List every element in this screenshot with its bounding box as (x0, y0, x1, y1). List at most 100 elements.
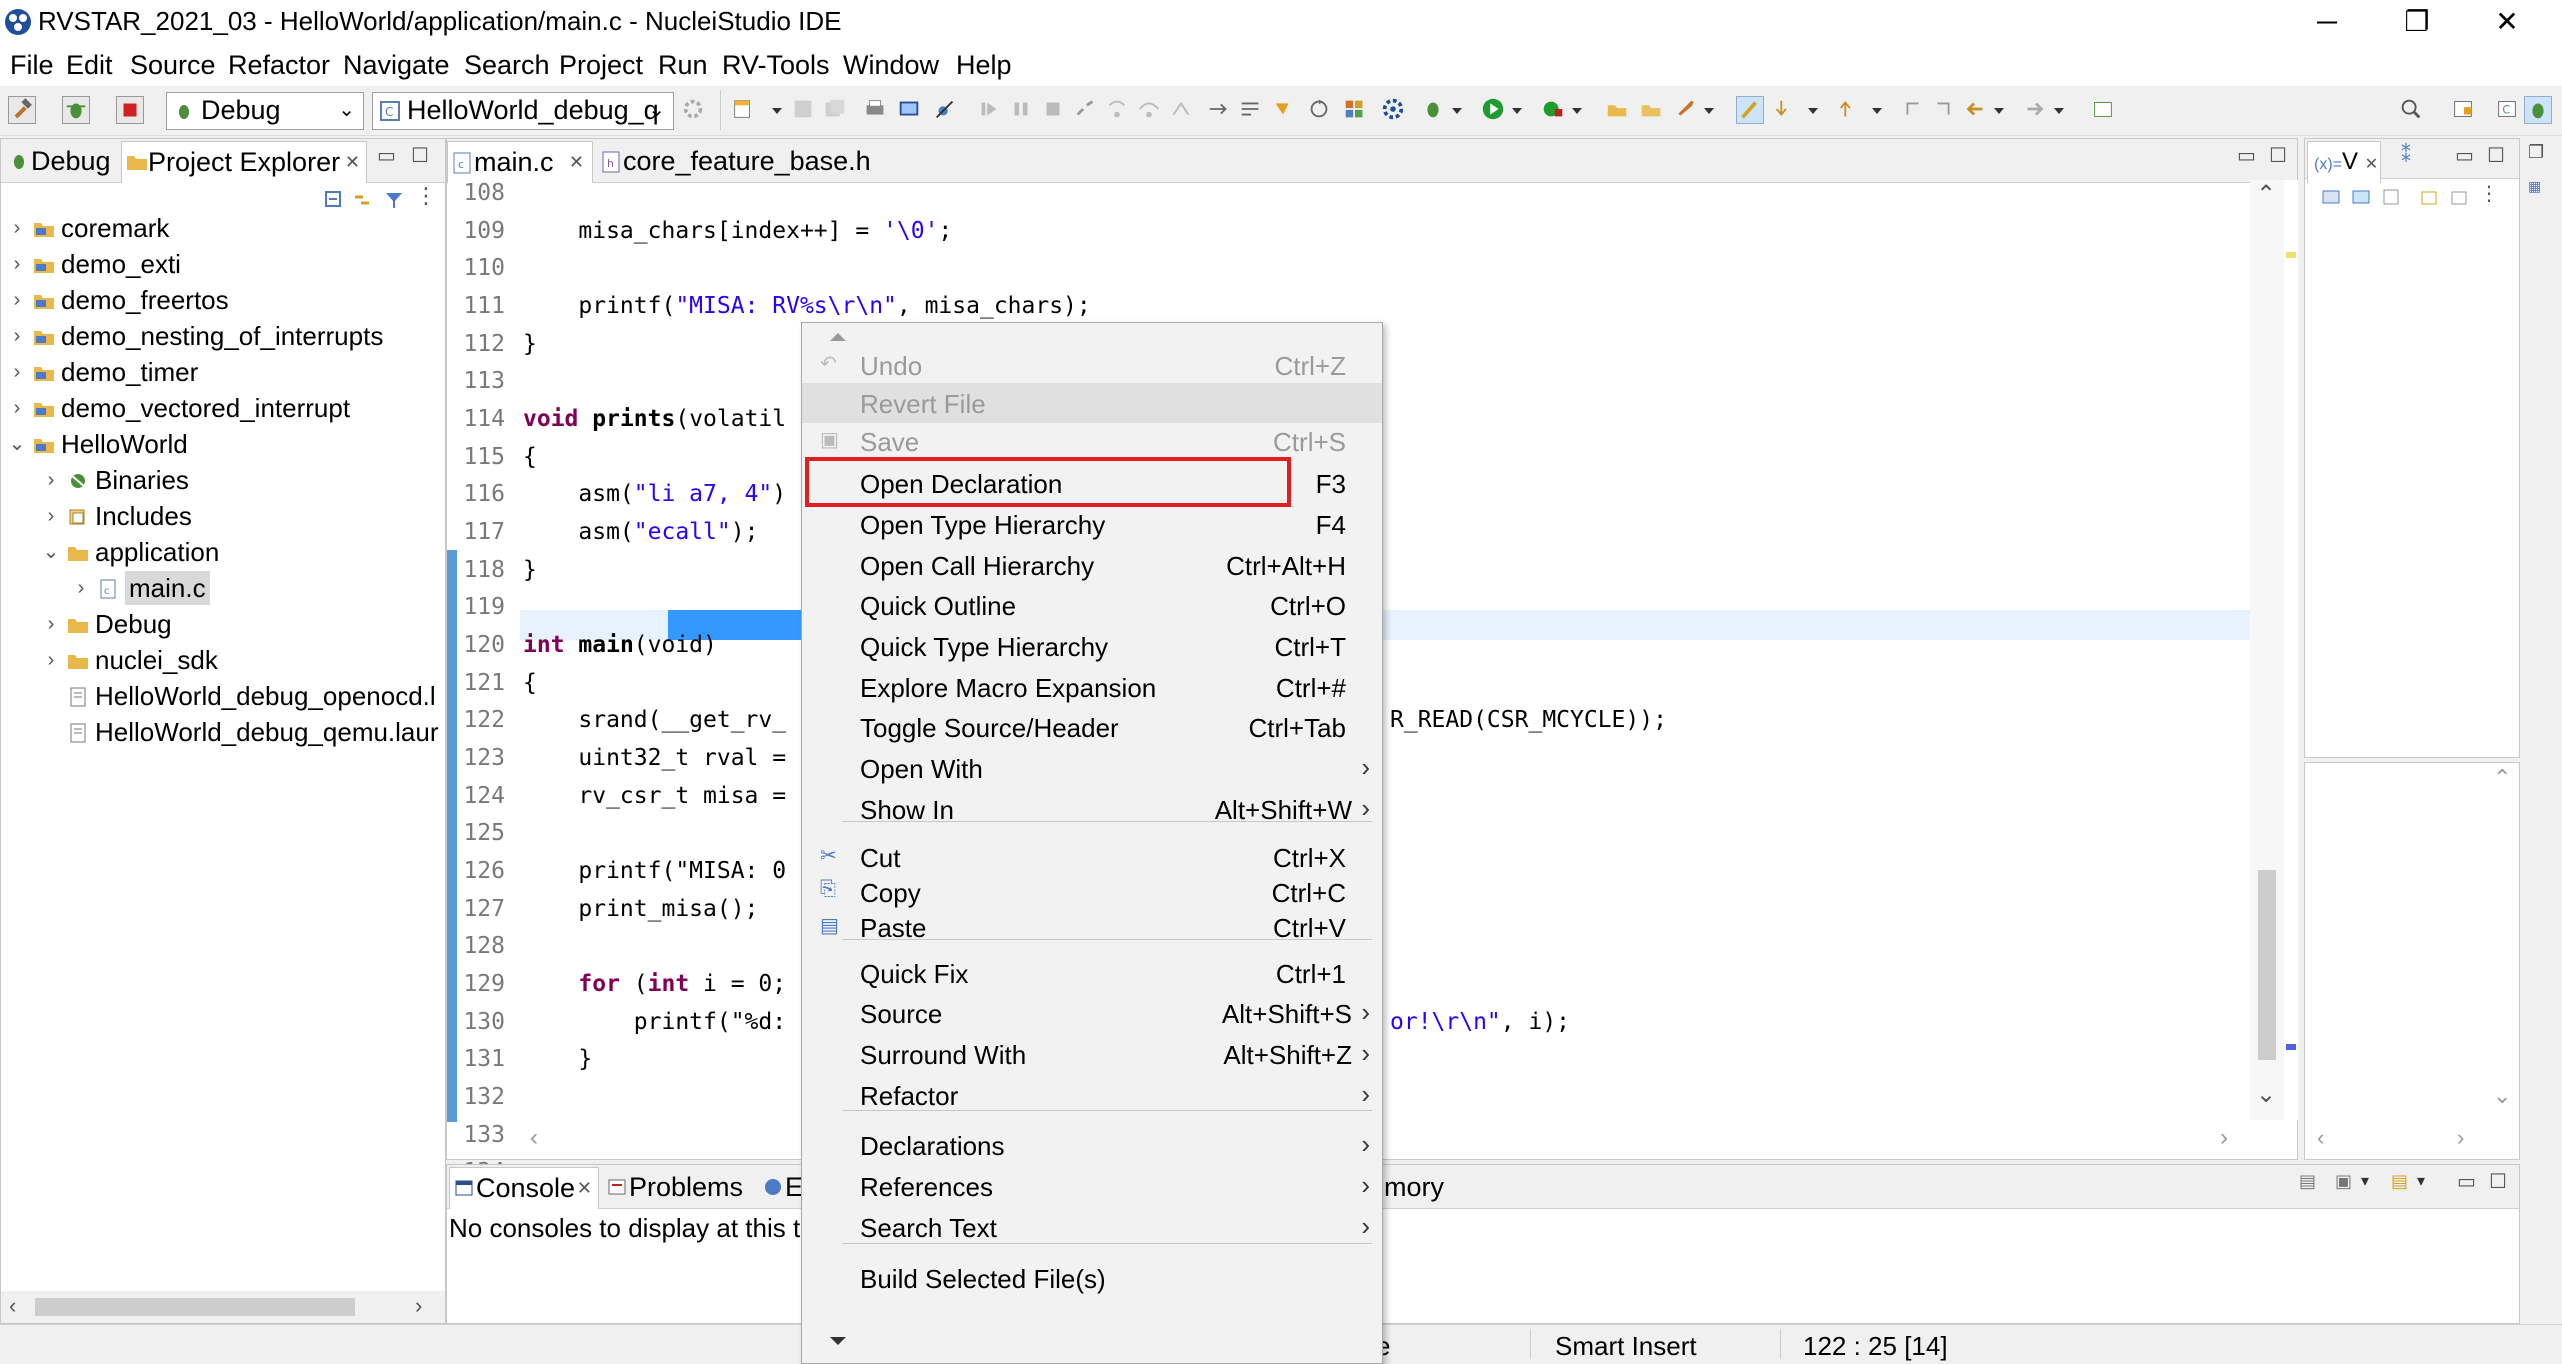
menu-search[interactable]: Search (464, 50, 550, 81)
scrollbar-thumb[interactable] (2258, 870, 2276, 1060)
close-button[interactable]: ✕ (2462, 0, 2552, 46)
resume-icon[interactable] (976, 96, 1004, 124)
next-dropdown-icon[interactable] (1806, 96, 1820, 124)
run-icon[interactable] (1480, 96, 1508, 124)
editor-vertical-scrollbar[interactable]: ⌃ ⌄ (2250, 180, 2284, 1120)
display-console-icon[interactable]: ▣ (2335, 1171, 2352, 1192)
close-tab-icon[interactable]: ✕ (569, 142, 584, 182)
menu-item-refactor[interactable]: Refactor › (802, 1075, 1382, 1115)
menu-item-surround-with[interactable]: Surround With Alt+Shift+Z › (802, 1034, 1382, 1074)
minimize-editor-icon[interactable]: ▭ (2237, 143, 2256, 168)
tab-variables[interactable]: (x)=V ✕ (2307, 141, 2381, 183)
suspend-icon[interactable] (1008, 96, 1036, 124)
close-tab-icon[interactable]: ✕ (577, 1168, 592, 1208)
close-tab-icon[interactable]: ✕ (345, 142, 360, 182)
save-icon[interactable] (790, 96, 818, 124)
run-dropdown-icon[interactable] (1510, 96, 1524, 124)
menu-navigate[interactable]: Navigate (343, 50, 450, 81)
menu-item-quick-fix[interactable]: Quick Fix Ctrl+1 (802, 953, 1382, 993)
scroll-down-icon[interactable] (828, 1335, 848, 1347)
tab-main-c[interactable]: c main.c ✕ (447, 141, 593, 183)
scroll-left-icon[interactable]: ‹ (2317, 1125, 2324, 1151)
minimize-view-icon[interactable]: ▭ (2455, 143, 2474, 168)
code-line[interactable]: { (523, 670, 537, 696)
restore-view-icon[interactable]: ❐ (2528, 142, 2544, 163)
debug-bug-icon[interactable] (62, 96, 90, 124)
tab-debug[interactable]: Debug (5, 141, 115, 183)
code-line[interactable]: misa_chars[index++] = '\0'; (523, 218, 952, 244)
menu-item-quick-outline[interactable]: Quick Outline Ctrl+O (802, 585, 1382, 625)
back-dropdown-icon[interactable] (1992, 96, 2006, 124)
code-line[interactable]: } (523, 331, 537, 357)
menu-run[interactable]: Run (658, 50, 708, 81)
menu-item-build-selected-file-s[interactable]: Build Selected File(s) (802, 1258, 1382, 1298)
menu-item-declarations[interactable]: Declarations › (802, 1125, 1382, 1165)
horizontal-scrollbar[interactable]: ‹ › (1, 1291, 445, 1323)
minimize-view-icon[interactable]: ▭ (2457, 1169, 2476, 1194)
new-dropdown-icon[interactable] (770, 96, 784, 124)
reset-icon[interactable] (1270, 96, 1298, 124)
registers-icon[interactable]: ▦ (2528, 178, 2541, 195)
last-edit-icon[interactable] (1900, 96, 1928, 124)
step-return-icon[interactable] (1168, 96, 1196, 124)
tab-project-explorer[interactable]: Project Explorer ✕ (121, 141, 367, 183)
code-line[interactable]: } (523, 557, 537, 583)
rocket-dropdown-icon[interactable] (1702, 96, 1716, 124)
skip-breakpoints-icon[interactable] (932, 96, 960, 124)
open-perspective-icon[interactable] (2450, 96, 2478, 124)
forward-icon[interactable] (2022, 96, 2050, 124)
show-types-icon[interactable] (2321, 187, 2341, 207)
menu-item-source[interactable]: Source Alt+Shift+S › (802, 993, 1382, 1033)
tab-problems[interactable]: Problems (603, 1167, 753, 1209)
code-line[interactable]: rv_csr_t misa = (523, 783, 786, 809)
terminal-icon[interactable] (896, 96, 924, 124)
menu-window[interactable]: Window (843, 50, 939, 81)
disconnect-icon[interactable] (1072, 96, 1100, 124)
step-into-icon[interactable] (1104, 96, 1132, 124)
scroll-up-icon[interactable]: ⌃ (2493, 765, 2511, 791)
debug-run-icon[interactable] (1420, 96, 1448, 124)
pin-editor-icon[interactable] (1930, 96, 1958, 124)
menu-item-paste[interactable]: ▤ Paste Ctrl+V (802, 907, 1382, 947)
external-tools-icon[interactable] (1540, 96, 1568, 124)
open-console-icon[interactable]: ▤ (2391, 1171, 2408, 1192)
maximize-view-icon[interactable]: ☐ (2487, 143, 2505, 168)
rocket-icon[interactable] (1672, 96, 1700, 124)
code-line[interactable]: void prints(volatil (523, 406, 786, 432)
remove-global-icon[interactable] (2449, 187, 2469, 207)
tab-executables[interactable]: E (759, 1167, 803, 1209)
code-line[interactable]: print_misa(); (523, 896, 758, 922)
next-annotation-icon[interactable] (1772, 96, 1800, 124)
warning-marker[interactable] (2286, 252, 2296, 258)
step-over-icon[interactable] (1136, 96, 1164, 124)
menu-help[interactable]: Help (956, 50, 1012, 81)
new-icon[interactable] (730, 96, 758, 124)
print-icon[interactable] (862, 96, 890, 124)
menu-rv-tools[interactable]: RV-Tools (722, 50, 830, 81)
external-dropdown-icon[interactable] (1570, 96, 1584, 124)
open-type-icon[interactable] (1604, 96, 1632, 124)
scroll-right-icon[interactable]: › (2220, 1124, 2228, 1152)
menu-project[interactable]: Project (559, 50, 643, 81)
menu-source[interactable]: Source (130, 50, 216, 81)
scroll-down-icon[interactable]: ⌄ (2256, 1080, 2276, 1109)
minimize-button[interactable]: ─ (2282, 0, 2372, 46)
build-config-select[interactable]: Debug ⌄ (166, 92, 364, 130)
terminate-icon[interactable] (116, 96, 144, 124)
menu-item-cut[interactable]: ✂ Cut Ctrl+X (802, 837, 1382, 877)
prev-annotation-icon[interactable] (1836, 96, 1864, 124)
tab-memory[interactable]: emory (1369, 1167, 1489, 1209)
show-logical-icon[interactable] (2351, 187, 2371, 207)
menu-item-open-with[interactable]: Open With › (802, 748, 1382, 788)
scroll-left-icon[interactable]: ‹ (530, 1124, 538, 1152)
menu-item-show-in[interactable]: Show In Alt+Shift+W › (802, 789, 1382, 829)
menu-refactor[interactable]: Refactor (228, 50, 330, 81)
scroll-right-icon[interactable]: › (415, 1293, 422, 1319)
scroll-up-icon[interactable] (828, 331, 848, 343)
forward-dropdown-icon[interactable] (2052, 96, 2066, 124)
menu-item-save[interactable]: ▣ Save Ctrl+S (802, 421, 1382, 461)
use-step-filters-icon[interactable] (1238, 96, 1266, 124)
gear-icon[interactable] (680, 96, 708, 124)
menu-item-quick-type-hierarchy[interactable]: Quick Type Hierarchy Ctrl+T (802, 626, 1382, 666)
code-line[interactable]: asm("li a7, 4") (523, 481, 786, 507)
